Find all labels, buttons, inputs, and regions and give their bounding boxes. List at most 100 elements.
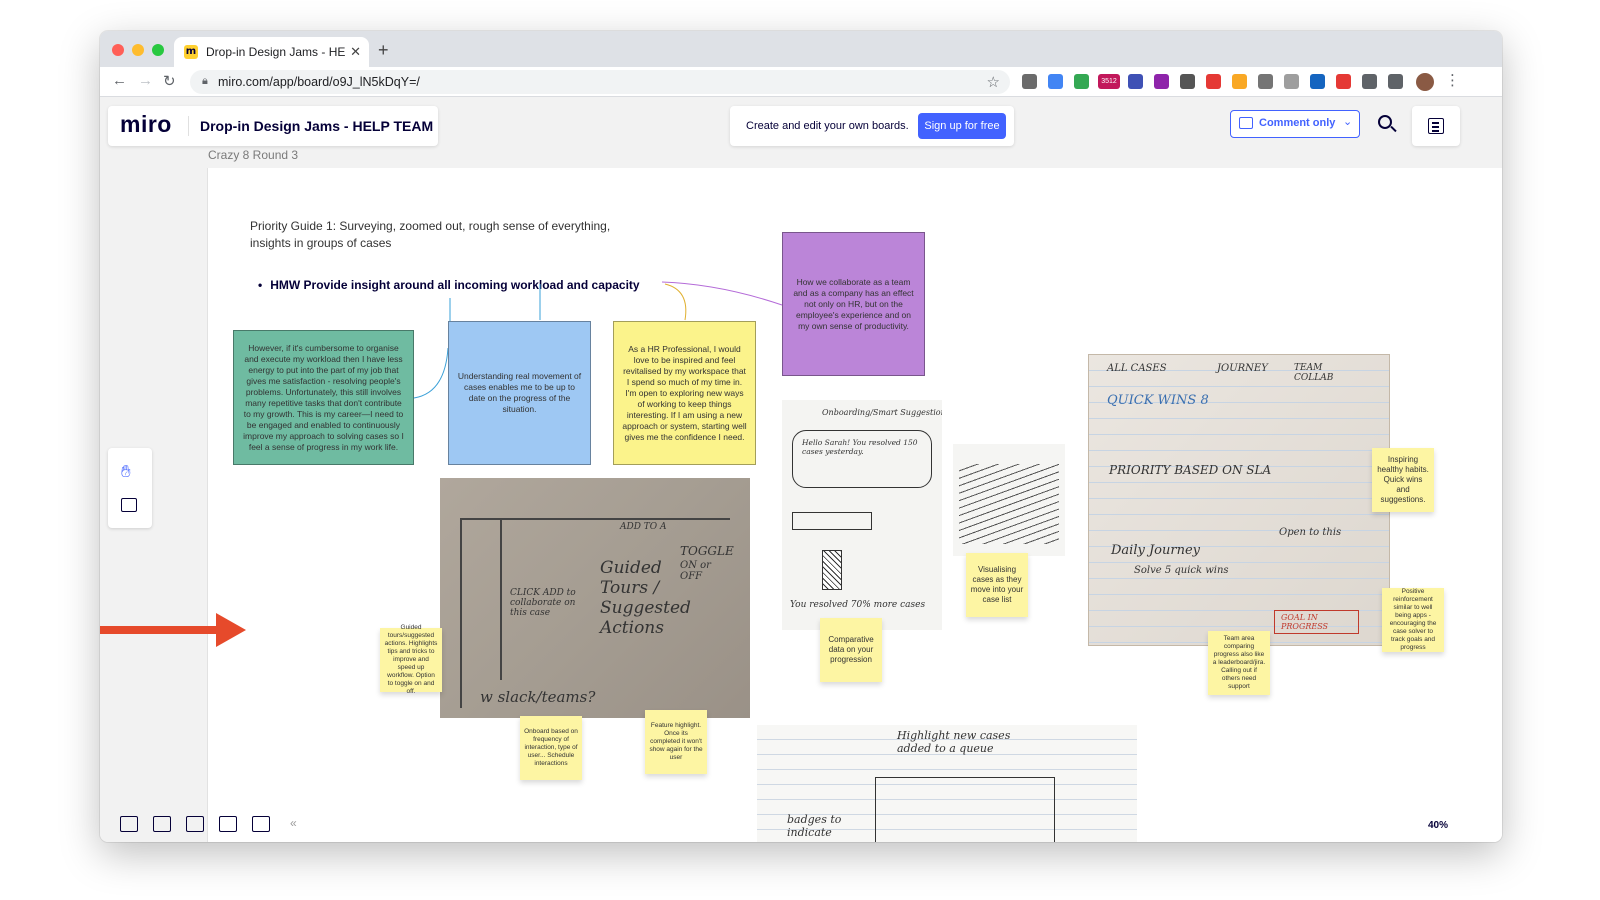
sticky-text: Guided tours/suggested actions. Highligh… [384,624,438,695]
tab-strip: m Drop-in Design Jams - HELP T ✕ + [100,31,1502,67]
miro-logo[interactable]: miro [120,111,172,138]
bookmark-star-icon[interactable]: ☆ [987,73,1000,91]
profile-avatar[interactable] [1416,73,1434,91]
sketch-text: ALL CASES [1107,363,1167,374]
address-bar[interactable]: 🔒︎ miro.com/app/board/o9J_lN5kDqY=/ ☆ [190,70,1010,94]
extension-icon-12[interactable] [1336,74,1351,89]
frames-icon[interactable] [120,816,138,832]
sketch-hatching [959,464,1059,544]
extension-icon-5[interactable] [1154,74,1169,89]
extension-badge-icon[interactable]: 3512 [1098,74,1120,89]
comment-tool-icon[interactable] [121,498,137,512]
sketch-text: Solve 5 quick wins [1134,565,1229,576]
puzzle-icon[interactable] [1362,74,1377,89]
comment-mode-label: Comment only [1259,117,1336,129]
card-green-text: However, if it's cumbersome to organise … [243,342,404,452]
sketch-bar [822,550,842,590]
grid-icon[interactable] [252,816,270,832]
chevron-down-icon: ⌄ [1343,116,1353,128]
insight-card-purple[interactable]: How we collaborate as a team and as a co… [782,232,925,376]
tab-close-icon[interactable]: ✕ [350,44,361,60]
red-arrow [100,626,220,634]
board-menu-button[interactable] [1412,106,1460,146]
sketch-photo-case-list[interactable] [953,444,1065,556]
comment-icon [1239,117,1253,129]
sticky-text: Comparative data on your progression [828,635,874,664]
search-button[interactable] [1373,110,1403,140]
sticky-note-inspiring[interactable]: Inspiring healthy habits. Quick wins and… [1372,448,1434,512]
comment-only-dropdown[interactable]: Comment only ⌄ [1230,110,1360,138]
collapse-icon[interactable]: « [290,816,297,830]
forward-icon[interactable]: → [138,72,153,89]
sticky-note-onboard[interactable]: Onboard based on frequency of interactio… [520,716,582,780]
comments-icon[interactable] [186,816,204,832]
sketch-box [792,512,872,530]
sketch-text: Suggested [600,598,691,618]
present-icon[interactable] [153,816,171,832]
sticky-text: Team area comparing progress also like a… [1212,635,1266,690]
sticky-text: Onboard based on frequency of interactio… [524,728,578,767]
sketch-photo-quick-wins[interactable]: ALL CASES JOURNEY TEAM COLLAB QUICK WINS… [1088,354,1390,646]
new-tab-button[interactable]: + [378,40,389,61]
hmw-bullet[interactable]: • HMW Provide insight around all incoming… [258,278,640,292]
reading-list-icon[interactable] [1388,74,1403,89]
extension-icon-8[interactable] [1232,74,1247,89]
browser-toolbar: ← → ↻ 🔒︎ miro.com/app/board/o9J_lN5kDqY=… [100,67,1502,97]
card-purple-text: How we collaborate as a team and as a co… [793,276,914,331]
sketch-text: Open to this [1279,527,1342,538]
extension-icon-9[interactable] [1258,74,1273,89]
sticky-note-feature[interactable]: Feature highlight. Once its completed it… [645,710,707,774]
sticky-note-positive[interactable]: Positive reinforcement similar to well b… [1382,588,1444,652]
hmw-text: HMW Provide insight around all incoming … [270,278,640,292]
sketch-photo-highlight[interactable]: Highlight new cases added to a queue bad… [757,725,1137,842]
extension-icon-11[interactable] [1310,74,1325,89]
extension-icon-2[interactable] [1048,74,1063,89]
reload-icon[interactable]: ↻ [163,72,176,90]
close-window-button[interactable] [112,44,124,56]
sketch-text: badges to indicate [787,813,842,839]
extension-icon-1[interactable] [1022,74,1037,89]
frame-label[interactable]: Crazy 8 Round 3 [208,148,298,162]
sketch-text: Highlight new cases added to a queue [897,729,1011,755]
priority-guide-text[interactable]: Priority Guide 1: Surveying, zoomed out,… [250,218,650,252]
sketch-text: CLICK ADD to collaborate on this case [510,588,576,618]
tab-miro-board[interactable]: m Drop-in Design Jams - HELP T ✕ [174,37,369,67]
sticky-note-guided[interactable]: Guided tours/suggested actions. Highligh… [380,624,442,695]
sticky-note-team-area[interactable]: Team area comparing progress also like a… [1208,631,1270,695]
minimize-window-button[interactable] [132,44,144,56]
insight-card-blue[interactable]: Understanding real movement of cases ena… [448,321,591,465]
sketch-photo-guided-tours[interactable]: Guided Tours / Suggested Actions TOGGLE … [440,478,750,718]
sketch-text: GOAL IN PROGRESS [1281,613,1329,631]
bottom-toolbar: « [118,812,318,838]
extension-icon-3[interactable] [1074,74,1089,89]
miro-board[interactable]: Crazy 8 Round 3 miro Drop-in Design Jams… [100,98,1502,842]
sticky-note-comparative[interactable]: Comparative data on your progression [820,618,882,682]
back-icon[interactable]: ← [112,72,127,89]
sketch-stroke [500,520,502,680]
insight-card-yellow[interactable]: As a HR Professional, I would love to be… [613,321,756,465]
sketch-text: ADD TO A [620,522,667,532]
extension-icon-7[interactable] [1206,74,1221,89]
cards-icon[interactable] [219,816,237,832]
sign-up-button[interactable]: Sign up for free [918,113,1006,139]
red-arrow-head [216,613,246,647]
sketch-photo-onboarding[interactable]: Onboarding/Smart Suggestions Hello Sarah… [782,400,942,630]
sticky-note-visualising[interactable]: Visualising cases as they move into your… [966,553,1028,617]
browser-menu-icon[interactable]: ⋮ [1445,71,1460,89]
insight-card-green[interactable]: However, if it's cumbersome to organise … [233,330,414,465]
browser-window: m Drop-in Design Jams - HELP T ✕ + ← → ↻… [100,31,1502,842]
extension-icon-10[interactable] [1284,74,1299,89]
sketch-text: Hello Sarah! You resolved 150 cases yest… [802,438,918,456]
sticky-text: Inspiring healthy habits. Quick wins and… [1377,455,1429,504]
extension-icon-4[interactable] [1128,74,1143,89]
card-blue-text: Understanding real movement of cases ena… [457,371,582,414]
zoom-level[interactable]: 40% [1428,820,1448,831]
sketch-text: Guided [600,558,662,578]
extension-icon-6[interactable] [1180,74,1195,89]
sticky-text: Visualising cases as they move into your… [970,565,1024,604]
maximize-window-button[interactable] [152,44,164,56]
sketch-screen [875,777,1055,842]
hand-icon[interactable]: ✋︎ [121,462,131,482]
board-title[interactable]: Drop-in Design Jams - HELP TEAM [200,118,433,134]
sketch-text: Onboarding/Smart Suggestions [822,408,942,417]
